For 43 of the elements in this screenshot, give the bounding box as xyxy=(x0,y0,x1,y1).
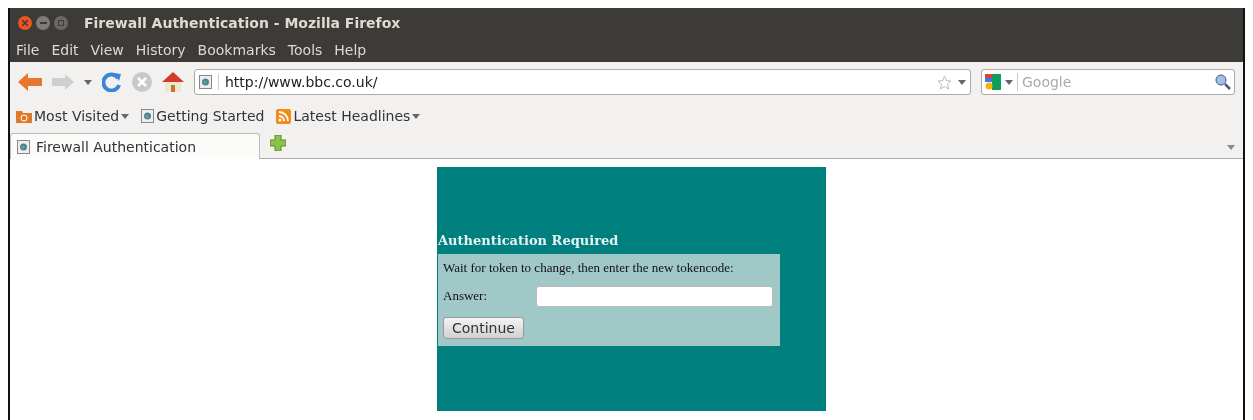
back-arrow-icon[interactable] xyxy=(18,73,42,91)
window-title: Firewall Authentication - Mozilla Firefox xyxy=(84,14,401,31)
browser-tab[interactable]: Firewall Authentication xyxy=(10,133,260,159)
panel-heading: Authentication Required xyxy=(438,232,620,248)
caret-icon xyxy=(412,113,421,119)
menu-item[interactable]: File xyxy=(16,41,40,58)
page-icon xyxy=(141,109,155,123)
menu-item[interactable]: Tools xyxy=(287,41,323,58)
folder-icon xyxy=(16,109,32,123)
answer-label: Answer: xyxy=(443,288,489,304)
menu-item[interactable]: Bookmarks xyxy=(197,41,276,58)
search-icon[interactable] xyxy=(1215,74,1231,90)
menu-item[interactable]: View xyxy=(90,41,124,58)
menu-item[interactable]: Help xyxy=(334,41,367,58)
caret-icon[interactable] xyxy=(1227,145,1235,150)
bookmark-item[interactable]: Getting Started xyxy=(141,108,265,124)
close-icon xyxy=(22,19,28,26)
address-bar[interactable]: http://www.bbc.co.uk/ xyxy=(194,69,971,95)
page-icon xyxy=(199,75,212,89)
maximize-button[interactable] xyxy=(54,15,68,30)
caret-icon xyxy=(121,113,130,119)
search-engine-icon xyxy=(985,74,1001,90)
continue-button[interactable]: Continue xyxy=(443,316,524,339)
bookmark-item[interactable]: Latest Headlines xyxy=(276,108,421,124)
reload-icon[interactable] xyxy=(102,72,122,92)
answer-field[interactable] xyxy=(536,285,773,307)
menu-item[interactable]: History xyxy=(135,41,186,58)
minimize-icon xyxy=(39,21,47,24)
caret-icon xyxy=(958,79,966,85)
close-button[interactable] xyxy=(18,15,32,30)
caret-icon xyxy=(1005,79,1013,85)
rss-icon xyxy=(276,108,292,124)
menu-item[interactable]: Edit xyxy=(51,41,79,58)
bookmark-item[interactable]: Most Visited xyxy=(16,108,130,124)
home-icon[interactable] xyxy=(162,72,184,92)
instruction-text: Wait for token to change, then enter the new tokencode: xyxy=(443,259,735,276)
search-bar[interactable]: Google xyxy=(981,69,1235,95)
caret-icon xyxy=(84,79,92,85)
minimize-button[interactable] xyxy=(36,15,50,30)
maximize-icon xyxy=(58,19,64,26)
new-tab-icon[interactable] xyxy=(270,135,286,151)
page-icon xyxy=(17,139,30,154)
star-icon[interactable] xyxy=(937,74,952,90)
